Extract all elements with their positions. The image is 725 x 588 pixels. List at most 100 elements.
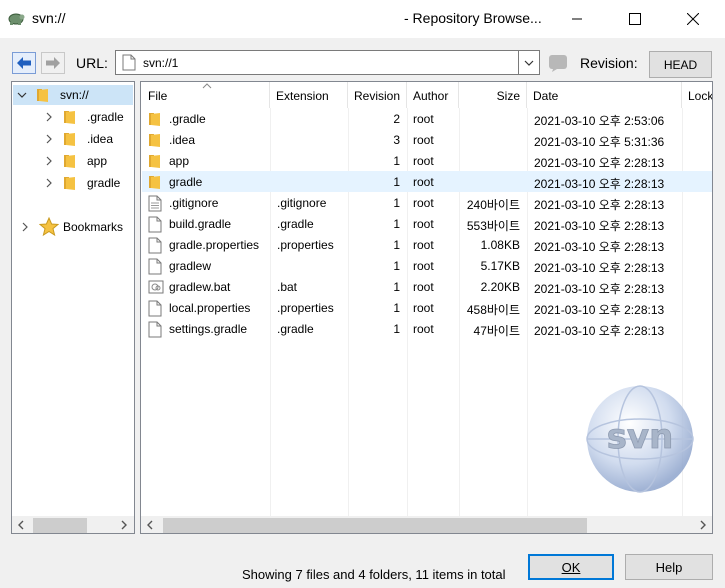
scroll-thumb[interactable] bbox=[33, 518, 87, 533]
cell-revision: 1 bbox=[393, 196, 400, 210]
arrow-right-icon bbox=[46, 57, 60, 69]
chevron-right-icon[interactable] bbox=[20, 222, 30, 232]
cell-file-name: .gradle bbox=[169, 112, 206, 126]
url-input[interactable]: svn://1 bbox=[143, 56, 178, 70]
column-header-author[interactable]: Author bbox=[407, 82, 459, 108]
cell-extension: .properties bbox=[277, 301, 334, 315]
column-label: Size bbox=[496, 89, 520, 103]
column-header-size[interactable]: Size bbox=[459, 82, 527, 108]
cell-size: 458바이트 bbox=[466, 303, 520, 317]
cell-file-name: gradlew bbox=[169, 259, 212, 273]
tree-item-label: .idea bbox=[87, 132, 114, 146]
window-title-path: svn:// bbox=[32, 10, 66, 26]
cell-extension: .properties bbox=[277, 238, 334, 252]
scroll-left-button[interactable] bbox=[12, 516, 29, 533]
chevron-down-icon[interactable] bbox=[17, 90, 27, 100]
cell-date: 2021-03-10 오후 5:31:36 bbox=[534, 135, 665, 149]
tree-item-gradle[interactable]: gradle bbox=[44, 173, 120, 193]
table-row[interactable]: build.gradle .gradle 1 root 553바이트 2021-03-10… bbox=[142, 213, 712, 234]
list-horizontal-scrollbar[interactable] bbox=[141, 516, 712, 533]
show-log-icon[interactable] bbox=[547, 53, 569, 73]
status-text: Showing 7 files and 4 folders, 11 items … bbox=[242, 567, 506, 582]
tree-item-idea[interactable]: .idea bbox=[44, 129, 113, 149]
cell-revision: 1 bbox=[393, 217, 400, 231]
cell-date: 2021-03-10 오후 2:28:13 bbox=[534, 177, 665, 191]
table-row[interactable]: gradle 1 root 2021-03-10 오후 2:28:13 bbox=[142, 171, 712, 192]
tree-item-app[interactable]: app bbox=[44, 151, 107, 171]
column-header-lock[interactable]: Lock bbox=[682, 82, 712, 108]
tree-horizontal-scrollbar[interactable] bbox=[12, 516, 134, 533]
url-dropdown-button[interactable] bbox=[518, 51, 539, 74]
star-icon bbox=[39, 217, 59, 237]
tortoise-svn-icon bbox=[8, 13, 25, 25]
table-row[interactable]: gradlew 1 root 5.17KB 2021-03-10 오후 2:28:13 bbox=[142, 255, 712, 276]
tree-item-label: svn:// bbox=[60, 88, 89, 102]
table-row[interactable]: local.properties .properties 1 root 458바이트 20… bbox=[142, 297, 712, 318]
table-row[interactable]: .idea 3 root 2021-03-10 오후 5:31:36 bbox=[142, 129, 712, 150]
folder-icon bbox=[148, 111, 162, 130]
head-revision-button[interactable]: HEAD bbox=[649, 51, 712, 78]
column-header-file[interactable]: File bbox=[141, 82, 270, 108]
cell-revision: 2 bbox=[393, 112, 400, 126]
table-row[interactable]: gradlew.bat .bat 1 root 2.20KB 2021-03-10 오후 … bbox=[142, 276, 712, 297]
cell-author: root bbox=[413, 259, 434, 273]
table-row[interactable]: gradle.properties .properties 1 root 1.08KB 2… bbox=[142, 234, 712, 255]
folder-icon bbox=[148, 174, 162, 193]
column-header-revision[interactable]: Revision bbox=[348, 82, 407, 108]
minimize-button[interactable] bbox=[554, 0, 600, 38]
cell-date: 2021-03-10 오후 2:28:13 bbox=[534, 240, 665, 254]
cell-author: root bbox=[413, 154, 434, 168]
ok-button[interactable]: OK bbox=[528, 554, 614, 580]
scroll-left-button[interactable] bbox=[141, 516, 158, 533]
table-row[interactable]: settings.gradle .gradle 1 root 47바이트 2021-03-… bbox=[142, 318, 712, 339]
cell-revision: 1 bbox=[393, 238, 400, 252]
column-header-extension[interactable]: Extension bbox=[270, 82, 348, 108]
cell-revision: 1 bbox=[393, 301, 400, 315]
tree-item-root[interactable]: svn:// bbox=[13, 85, 133, 105]
folder-icon bbox=[64, 177, 75, 190]
cell-file-name: build.gradle bbox=[169, 217, 232, 231]
forward-button[interactable] bbox=[41, 52, 65, 74]
tree-item-label: .gradle bbox=[87, 110, 124, 124]
chevron-left-icon bbox=[17, 520, 23, 529]
cell-date: 2021-03-10 오후 2:28:13 bbox=[534, 261, 665, 275]
cell-size: 1.08KB bbox=[480, 238, 520, 252]
svn-globe-logo: svn bbox=[586, 385, 694, 493]
chevron-down-icon bbox=[524, 60, 534, 66]
cell-date: 2021-03-10 오후 2:28:13 bbox=[534, 156, 665, 170]
tree-item-bookmarks[interactable]: Bookmarks bbox=[20, 217, 123, 237]
tree-item-gradle-cache[interactable]: .gradle bbox=[44, 107, 124, 127]
cell-author: root bbox=[413, 322, 434, 336]
chevron-right-icon[interactable] bbox=[44, 156, 54, 166]
close-button[interactable] bbox=[670, 0, 716, 38]
cell-date: 2021-03-10 오후 2:53:06 bbox=[534, 114, 665, 128]
folder-open-icon bbox=[37, 89, 48, 102]
chevron-right-icon bbox=[700, 520, 706, 529]
table-row[interactable]: app 1 root 2021-03-10 오후 2:28:13 bbox=[142, 150, 712, 171]
table-row[interactable]: .gitignore .gitignore 1 root 240바이트 2021-03-1… bbox=[142, 192, 712, 213]
cell-size: 47바이트 bbox=[473, 324, 520, 338]
column-header-date[interactable]: Date bbox=[527, 82, 682, 108]
cell-file-name: local.properties bbox=[169, 301, 251, 315]
back-button[interactable] bbox=[12, 52, 36, 74]
tree-item-label: app bbox=[87, 154, 108, 168]
scroll-right-button[interactable] bbox=[115, 516, 132, 533]
cell-extension: .bat bbox=[277, 280, 298, 294]
chevron-right-icon[interactable] bbox=[44, 134, 54, 144]
url-combobox[interactable]: svn://1 bbox=[115, 50, 540, 75]
chevron-right-icon[interactable] bbox=[44, 178, 54, 188]
cell-file-name: gradlew.bat bbox=[169, 280, 231, 294]
cell-author: root bbox=[413, 217, 434, 231]
folder-tree[interactable]: svn:// .gradle .idea app gradle Bookmark… bbox=[11, 81, 135, 534]
scroll-right-button[interactable] bbox=[694, 516, 711, 533]
maximize-button[interactable] bbox=[612, 0, 658, 38]
text-file-icon bbox=[148, 195, 162, 215]
help-button[interactable]: Help bbox=[625, 554, 713, 580]
scroll-thumb[interactable] bbox=[163, 518, 587, 533]
column-label: Extension bbox=[276, 89, 329, 103]
cell-author: root bbox=[413, 196, 434, 210]
table-row[interactable]: .gradle 2 root 2021-03-10 오후 2:53:06 bbox=[142, 108, 712, 129]
window-title: - Repository Browse... bbox=[404, 10, 542, 26]
chevron-right-icon[interactable] bbox=[44, 112, 54, 122]
cell-date: 2021-03-10 오후 2:28:13 bbox=[534, 198, 665, 212]
